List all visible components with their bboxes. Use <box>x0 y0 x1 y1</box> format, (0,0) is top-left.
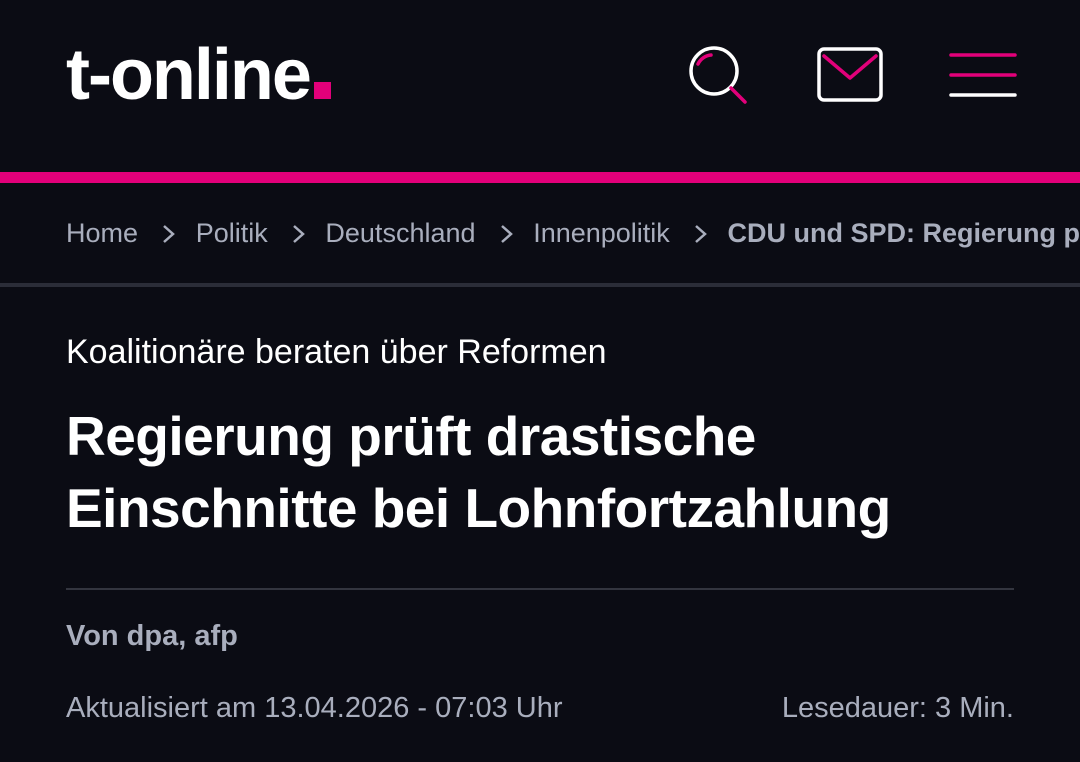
breadcrumb-innenpolitik[interactable]: Innenpolitik <box>533 218 670 249</box>
article-author: Von dpa, afp <box>66 620 238 652</box>
mail-icon <box>817 47 883 102</box>
chevron-right-icon <box>138 218 196 248</box>
accent-bar <box>0 172 1080 183</box>
article-kicker: Koalitionäre beraten über Reformen <box>66 333 607 371</box>
reading-time: Lesedauer: 3 Min. <box>781 692 1014 724</box>
logo-dot <box>313 82 331 99</box>
menu-icon <box>949 53 1017 97</box>
search-icon <box>689 46 747 104</box>
article-headline: Regierung prüft drastische Einschnitte b… <box>66 405 891 539</box>
breadcrumb-deutschland[interactable]: Deutschland <box>325 218 475 249</box>
menu-button[interactable] <box>948 50 1018 100</box>
breadcrumb-politik[interactable]: Politik <box>196 218 268 249</box>
breadcrumb-home[interactable]: Home <box>66 218 138 249</box>
site-logo[interactable]: t-online <box>66 30 331 120</box>
chevron-right-icon <box>476 218 534 248</box>
chevron-right-icon <box>268 218 326 248</box>
breadcrumb-divider <box>0 283 1080 287</box>
mail-button[interactable] <box>816 46 884 104</box>
article-updated-timestamp: Aktualisiert am 13.04.2026 - 07:03 Uhr <box>66 692 563 724</box>
site-header: t-online <box>0 0 1080 172</box>
chevron-right-icon <box>670 218 728 248</box>
logo-text: t-online <box>66 35 312 115</box>
search-button[interactable] <box>684 44 750 108</box>
breadcrumb-current: CDU und SPD: Regierung p <box>727 217 1080 248</box>
breadcrumb: Home Politik Deutschland Innenpolitik CD… <box>0 183 1080 283</box>
meta-divider <box>66 588 1014 590</box>
